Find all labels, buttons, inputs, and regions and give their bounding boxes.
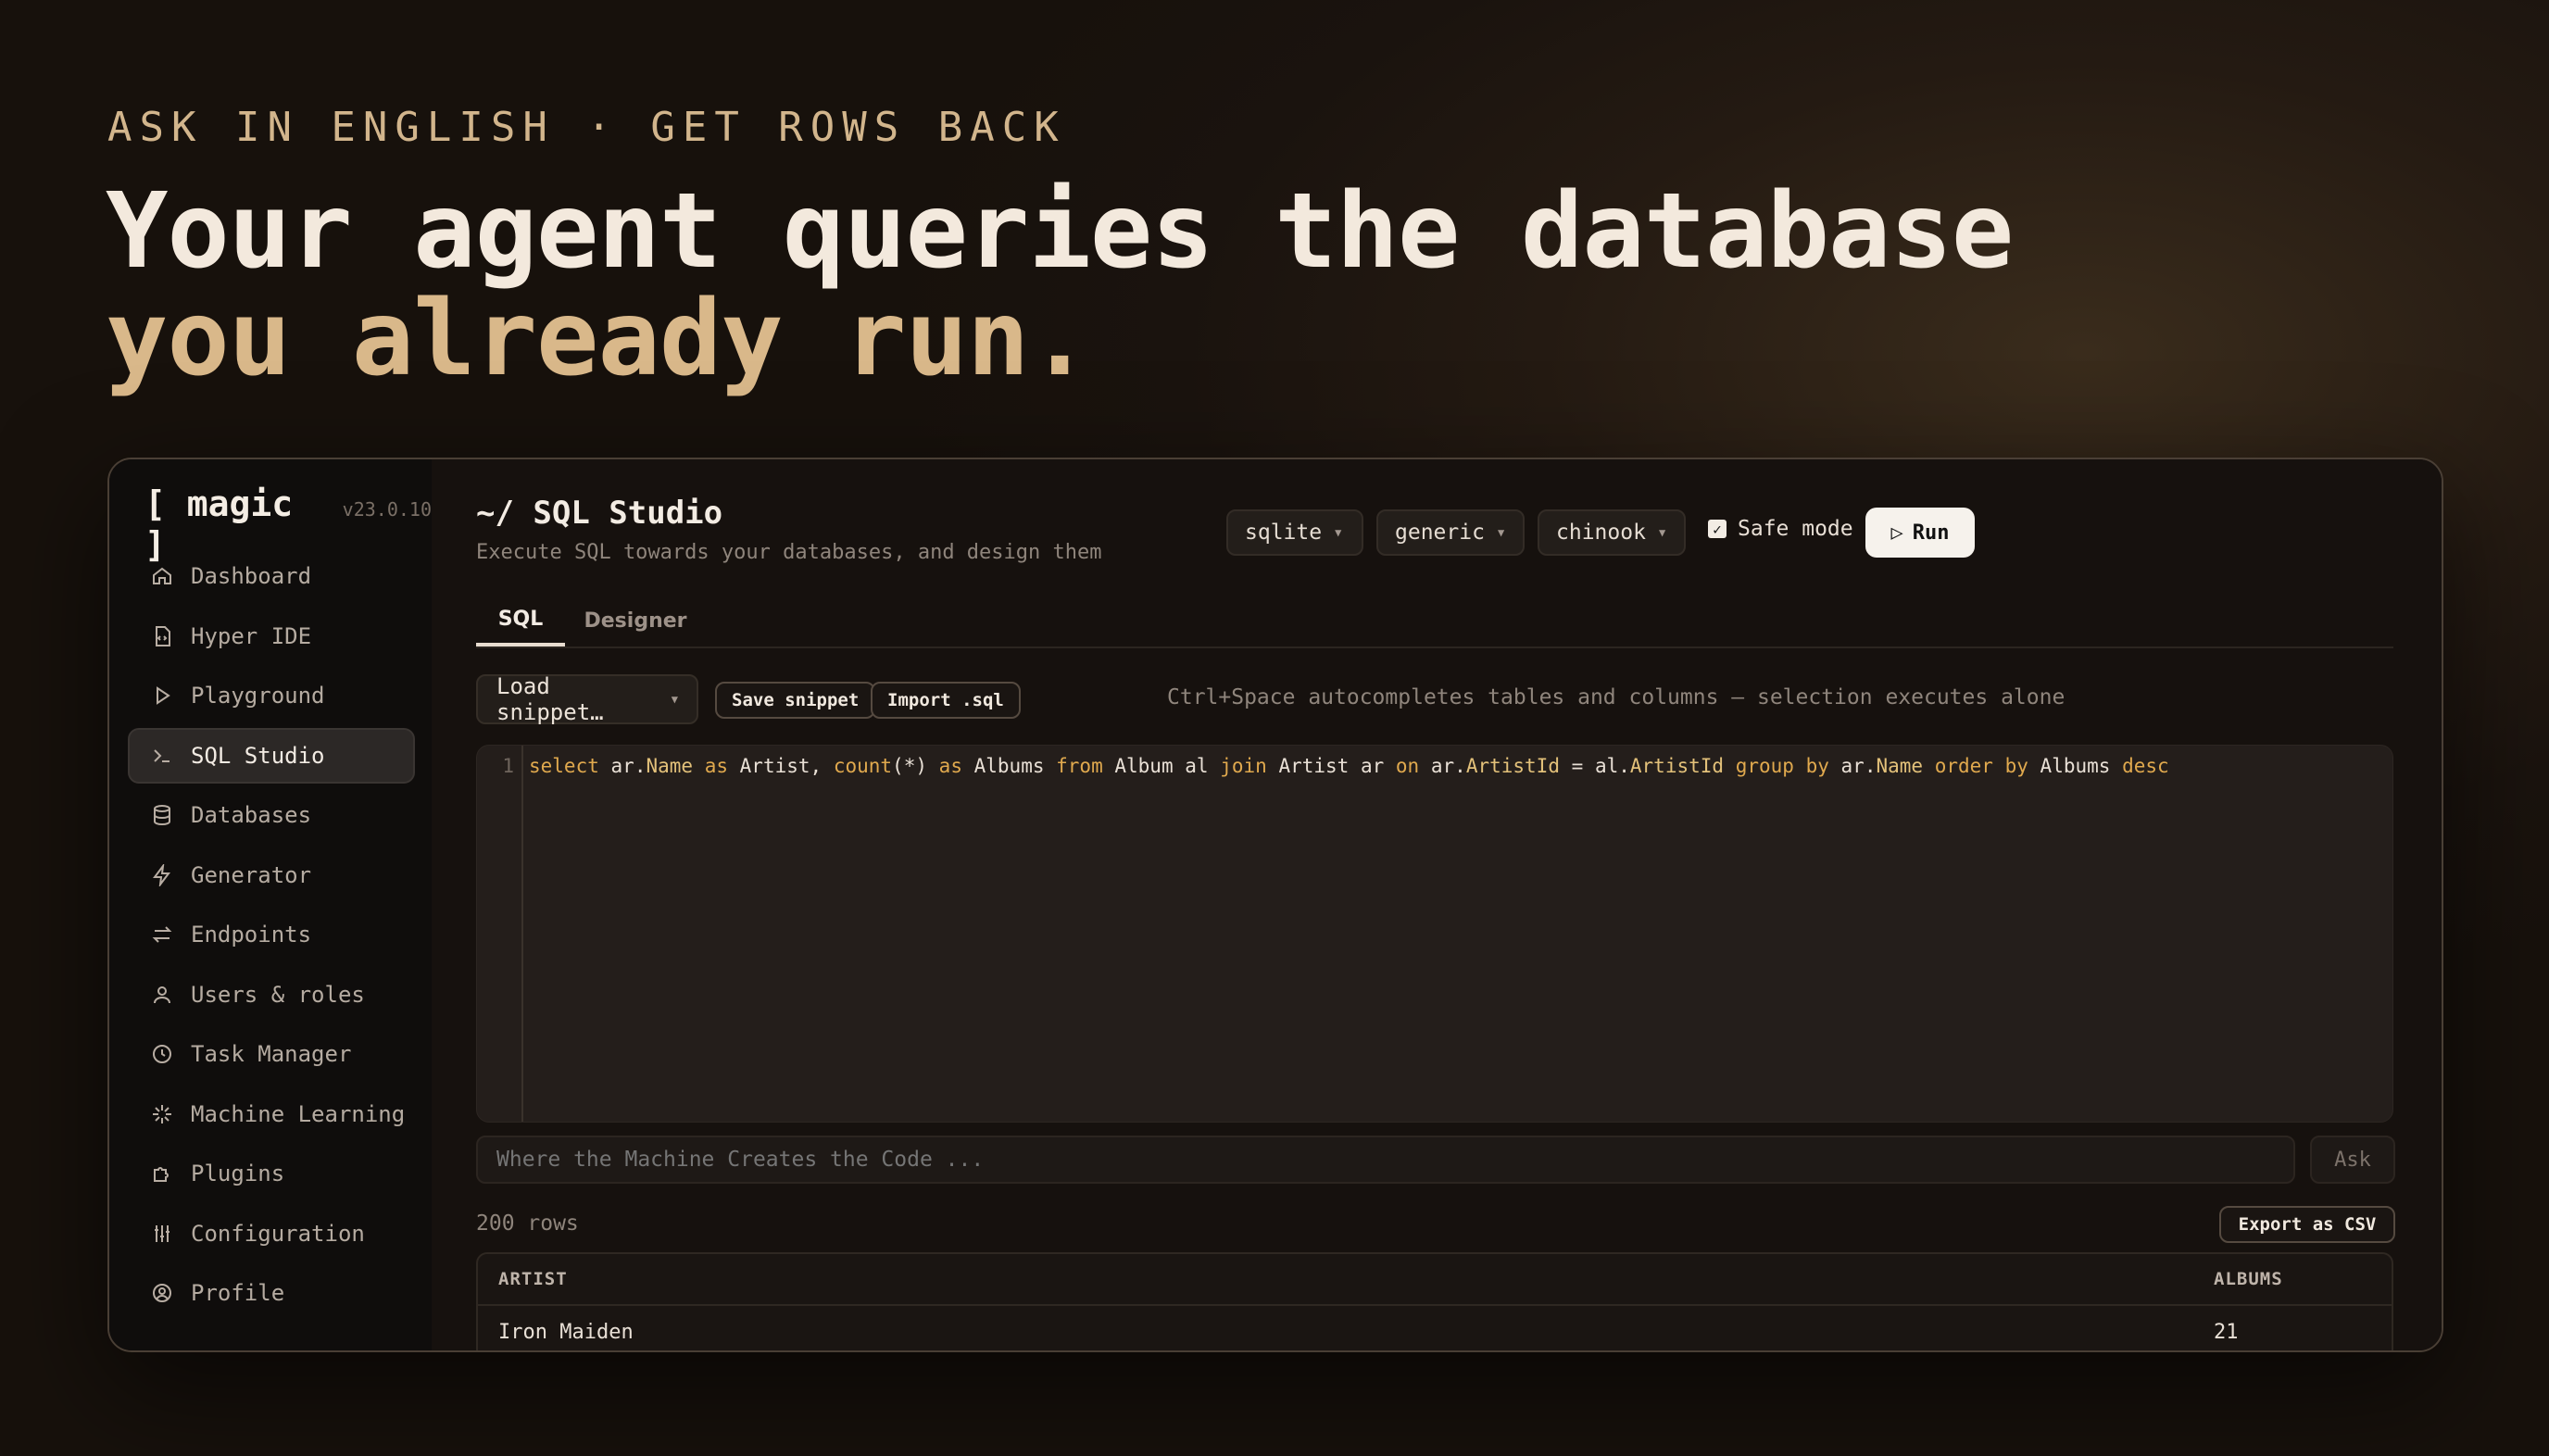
arrows-icon <box>150 923 174 947</box>
sidebar-item-label: Dashboard <box>191 563 312 589</box>
save-snippet-button[interactable]: Save snippet <box>715 682 876 719</box>
version-label: v23.0.10 <box>342 498 432 521</box>
clock-icon <box>150 1042 174 1066</box>
run-label: Run <box>1912 521 1950 545</box>
sidebar-item-label: Plugins <box>191 1161 285 1186</box>
safe-mode-label: Safe mode <box>1738 517 1853 541</box>
file-code-icon <box>150 624 174 648</box>
sidebar-item-label: Hyper IDE <box>191 622 312 649</box>
run-button[interactable]: ▷ Run <box>1865 508 1975 558</box>
eyebrow: ASK IN ENGLISH · GET ROWS BACK <box>107 104 1066 151</box>
sparkle-icon <box>150 1102 174 1126</box>
page-title: ~/ SQL Studio <box>476 495 723 532</box>
sidebar-item-label: Task Manager <box>191 1041 352 1067</box>
db-type-select[interactable]: sqlite ▼ <box>1226 509 1363 556</box>
sidebar-item-label: Machine Learning <box>191 1100 406 1127</box>
page-subtitle: Execute SQL towards your databases, and … <box>476 541 1102 564</box>
sidebar-item-label: Databases <box>191 802 312 828</box>
headline: Your agent queries the database you alre… <box>106 171 2014 399</box>
tab-designer[interactable]: Designer <box>580 595 691 646</box>
sidebar-item-task-manager[interactable]: Task Manager <box>128 1026 415 1082</box>
chevron-down-icon: ▼ <box>1497 526 1505 539</box>
load-snippet-label: Load snippet… <box>496 673 604 725</box>
sidebar-item-generator[interactable]: Generator <box>128 847 415 903</box>
lightning-icon <box>150 863 174 887</box>
sidebar-nav: Dashboard Hyper IDE Playground SQL Studi… <box>128 548 415 1325</box>
ask-button[interactable]: Ask <box>2310 1136 2395 1184</box>
cell-artist: Iron Maiden <box>498 1321 634 1344</box>
line-number: 1 <box>502 755 514 777</box>
home-icon <box>150 564 174 588</box>
play-icon <box>150 684 174 708</box>
user-icon <box>150 983 174 1007</box>
ask-input[interactable] <box>476 1136 2295 1184</box>
sidebar-item-machine-learning[interactable]: Machine Learning <box>128 1086 415 1142</box>
export-csv-button[interactable]: Export as CSV <box>2219 1206 2395 1243</box>
checkbox-checked-icon[interactable]: ✓ <box>1708 520 1727 538</box>
sidebar-item-label: SQL Studio <box>191 742 325 769</box>
tab-bar: SQL Designer <box>476 595 2393 648</box>
editor-hint: Ctrl+Space autocompletes tables and colu… <box>1167 685 2066 709</box>
connection-value: generic <box>1395 521 1485 545</box>
sliders-icon <box>150 1222 174 1246</box>
app-window: [ magic ] v23.0.10 Dashboard Hyper IDE P… <box>107 458 2443 1352</box>
sidebar-item-label: Generator <box>191 861 312 888</box>
sidebar-item-label: Endpoints <box>191 922 312 948</box>
line-gutter: 1 <box>477 746 523 1122</box>
sql-editor[interactable]: 1 select ar.Name as Artist, count(*) as … <box>476 745 2393 1123</box>
column-header-artist[interactable]: ARTIST <box>498 1269 568 1289</box>
main-panel: ~/ SQL Studio Execute SQL towards your d… <box>432 459 2442 1350</box>
results-table: ARTIST ALBUMS Iron Maiden 21 <box>476 1252 2393 1350</box>
database-icon <box>150 803 174 827</box>
sidebar-item-configuration[interactable]: Configuration <box>128 1206 415 1261</box>
profile-icon <box>150 1281 174 1305</box>
cell-albums: 21 <box>2214 1321 2239 1344</box>
sidebar-item-hyper-ide[interactable]: Hyper IDE <box>128 609 415 664</box>
sidebar-item-playground[interactable]: Playground <box>128 668 415 723</box>
sidebar-item-users-roles[interactable]: Users & roles <box>128 967 415 1023</box>
sidebar-item-profile[interactable]: Profile <box>128 1265 415 1321</box>
sidebar-item-plugins[interactable]: Plugins <box>128 1146 415 1201</box>
database-value: chinook <box>1556 521 1646 545</box>
sidebar-item-label: Users & roles <box>191 981 365 1008</box>
sidebar-item-label: Configuration <box>191 1220 365 1247</box>
import-sql-button[interactable]: Import .sql <box>871 682 1021 719</box>
sidebar-item-label: Profile <box>191 1280 285 1306</box>
table-row[interactable]: Iron Maiden 21 <box>478 1306 2392 1350</box>
puzzle-icon <box>150 1161 174 1186</box>
column-header-albums[interactable]: ALBUMS <box>2214 1269 2283 1289</box>
terminal-icon <box>150 744 174 768</box>
sql-code[interactable]: select ar.Name as Artist, count(*) as Al… <box>529 755 2169 777</box>
tab-sql[interactable]: SQL <box>476 595 565 646</box>
headline-line-1: Your agent queries the database <box>106 171 2014 292</box>
headline-line-2: you already run. <box>106 279 1091 399</box>
chevron-down-icon: ▼ <box>1658 526 1666 539</box>
sidebar-item-sql-studio[interactable]: SQL Studio <box>128 727 415 784</box>
database-select[interactable]: chinook ▼ <box>1538 509 1686 556</box>
play-icon: ▷ <box>1890 521 1903 545</box>
db-type-value: sqlite <box>1245 521 1323 545</box>
chevron-down-icon: ▼ <box>1335 526 1342 539</box>
load-snippet-select[interactable]: Load snippet… ▼ <box>476 673 698 725</box>
chevron-down-icon: ▼ <box>671 693 678 706</box>
sidebar-item-label: Playground <box>191 683 325 709</box>
sidebar-item-dashboard[interactable]: Dashboard <box>128 548 415 604</box>
safe-mode-toggle[interactable]: ✓ Safe mode <box>1708 517 1853 541</box>
row-count: 200 rows <box>476 1211 579 1236</box>
sidebar: [ magic ] v23.0.10 Dashboard Hyper IDE P… <box>109 459 433 1350</box>
connection-select[interactable]: generic ▼ <box>1376 509 1525 556</box>
sidebar-item-databases[interactable]: Databases <box>128 787 415 843</box>
sidebar-item-endpoints[interactable]: Endpoints <box>128 907 415 962</box>
table-header: ARTIST ALBUMS <box>478 1254 2392 1306</box>
